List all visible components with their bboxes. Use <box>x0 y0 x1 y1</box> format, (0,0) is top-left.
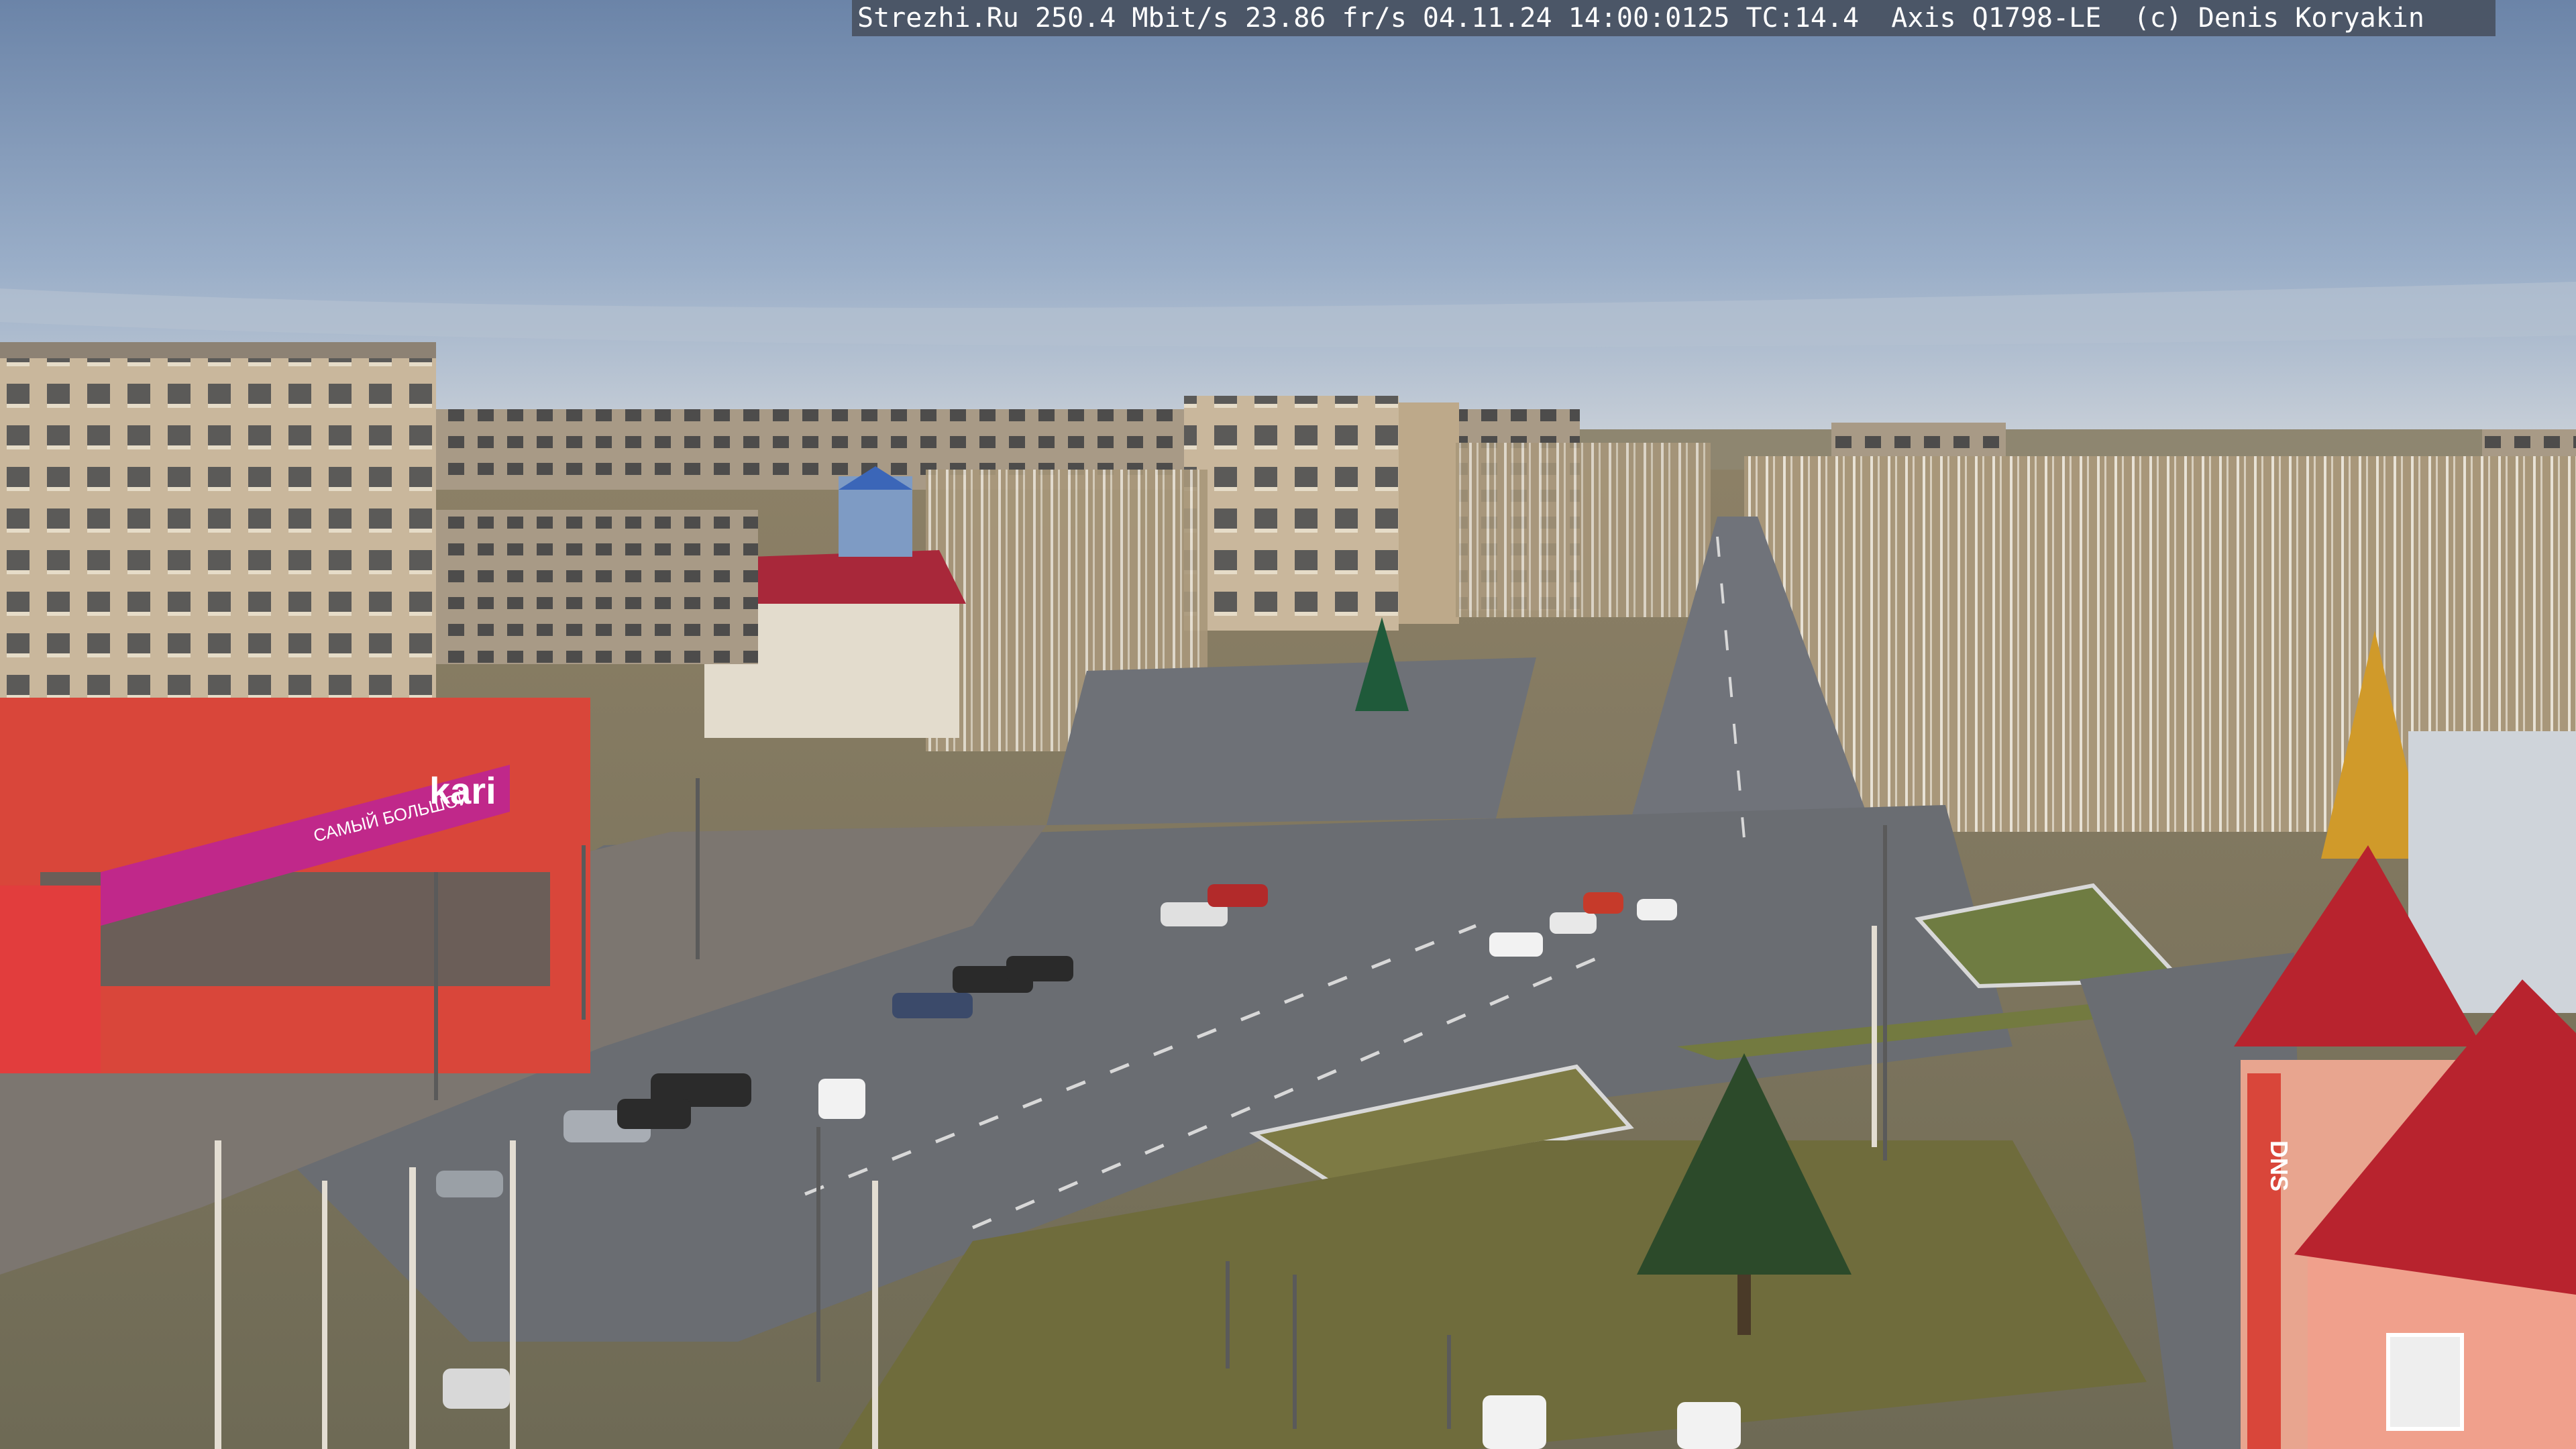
birch-grove-mid <box>1456 443 1711 617</box>
webcam-scene: kari САМЫЙ БОЛЬШОЙ DNS <box>0 0 2576 1449</box>
central-plaza <box>1046 657 1536 825</box>
camera-info-overlay: Strezhi.Ru 250.4 Mbit/s 23.86 fr/s 04.11… <box>852 0 2496 36</box>
dns-sign-panel <box>2247 1073 2281 1449</box>
distant-building-right <box>1831 423 2006 456</box>
left-apartment-roof <box>0 342 436 358</box>
pink-tower-window <box>2386 1333 2464 1431</box>
dns-sign: DNS <box>2265 1140 2293 1191</box>
storefront-red-corner <box>0 885 101 1073</box>
mid-building <box>436 510 758 664</box>
pine-trunk <box>1737 1275 1751 1335</box>
central-tower-middle <box>1399 402 1459 624</box>
central-tower-left <box>1184 396 1399 631</box>
